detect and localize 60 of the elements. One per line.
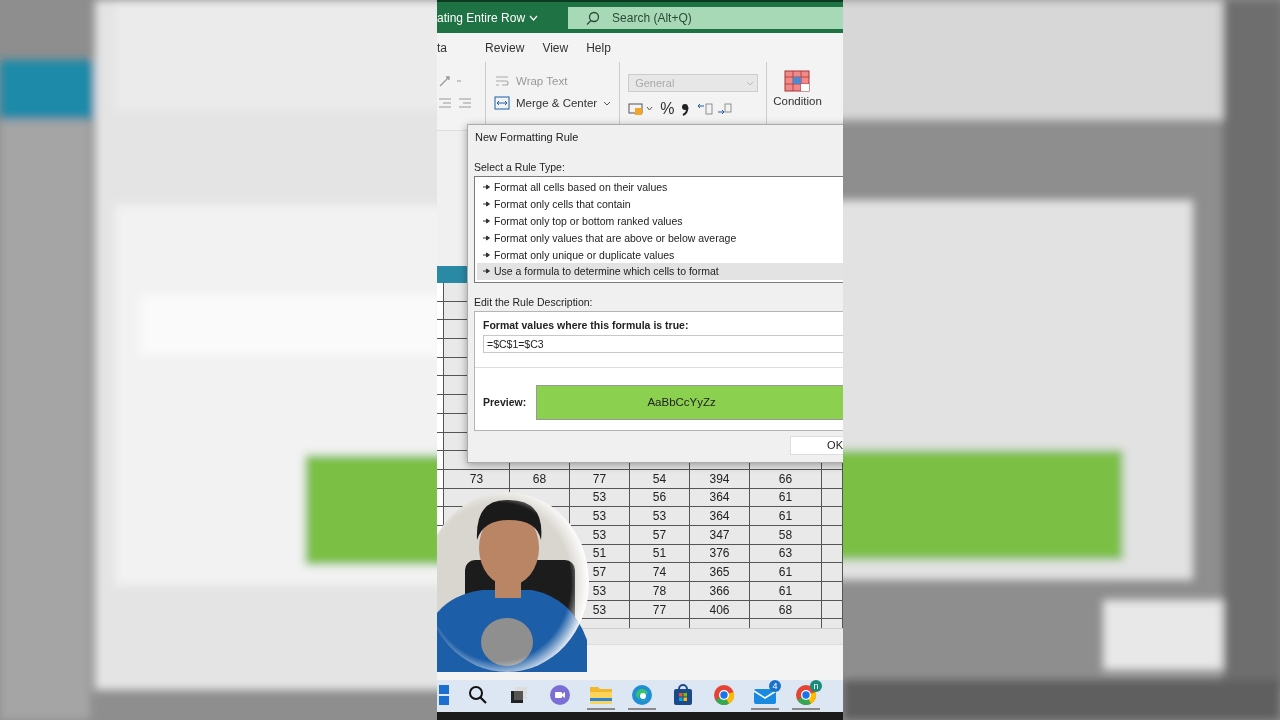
rule-type-item[interactable]: Format only values that are above or below average bbox=[477, 229, 843, 247]
formula-label: Format values where this formula is true: bbox=[483, 318, 690, 331]
table-cell bbox=[822, 582, 843, 601]
dialog-title: New Formatting Rule bbox=[475, 131, 579, 143]
wrap-text-icon bbox=[494, 74, 510, 88]
windows-icon[interactable] bbox=[439, 685, 449, 705]
search-icon[interactable] bbox=[468, 685, 488, 705]
table-cell: 61 bbox=[750, 582, 822, 601]
arrow-icon bbox=[483, 268, 490, 275]
table-cell bbox=[822, 507, 843, 526]
conditional-formatting-icon[interactable] bbox=[784, 70, 811, 92]
notification-badge: 4 bbox=[769, 680, 781, 692]
menu-tab[interactable]: View bbox=[542, 40, 587, 55]
table-cell: 78 bbox=[630, 582, 690, 601]
rule-type-item[interactable]: Format all cells based on their values bbox=[477, 179, 843, 196]
preview-label: Preview: bbox=[483, 396, 527, 409]
currency-icon[interactable] bbox=[628, 102, 655, 116]
rule-description-label: Edit the Rule Description: bbox=[474, 295, 593, 308]
task-view-icon[interactable] bbox=[510, 686, 528, 704]
taskbar-button[interactable]: 4 bbox=[751, 682, 779, 710]
arrow-icon bbox=[483, 218, 490, 224]
arrow-icon bbox=[483, 201, 490, 208]
rule-type-label: Select a Rule Type: bbox=[474, 161, 565, 173]
menu-tab[interactable]: Help bbox=[586, 40, 629, 55]
search-field[interactable]: Search (Alt+Q) bbox=[568, 6, 843, 29]
table-cell: 53 bbox=[630, 507, 690, 526]
format-preview: AaBbCcYyZz bbox=[536, 384, 843, 420]
rule-type-item[interactable]: Format only unique or duplicate values bbox=[477, 246, 843, 263]
workbook-title[interactable]: ating Entire Row bbox=[437, 10, 539, 25]
ok-button[interactable]: OK bbox=[790, 435, 843, 455]
table-cell: 61 bbox=[750, 507, 822, 526]
conditional-formatting-label[interactable]: Condition bbox=[773, 95, 822, 107]
table-cell bbox=[822, 563, 843, 582]
arrow-icon bbox=[483, 184, 490, 191]
comma-style-icon[interactable] bbox=[680, 101, 691, 117]
table-cell: 61 bbox=[750, 563, 822, 582]
table-cell: 53 bbox=[570, 507, 630, 526]
table-cell: 366 bbox=[690, 582, 750, 601]
menu-tab[interactable]: Review bbox=[485, 40, 543, 55]
folder-icon[interactable] bbox=[589, 685, 613, 705]
chevron-icon bbox=[529, 14, 539, 21]
arrow-icon bbox=[483, 251, 490, 258]
caret-icon bbox=[746, 80, 755, 86]
caret-icon bbox=[603, 100, 612, 106]
rule-type-item[interactable]: Use a formula to determine which cells to format bbox=[477, 263, 843, 280]
decimal-icon[interactable] bbox=[696, 102, 733, 116]
search-icon bbox=[586, 10, 601, 25]
rule-type-item[interactable]: Format only cells that contain bbox=[477, 195, 843, 213]
rule-type-item[interactable]: Format only top or bottom ranked values bbox=[477, 212, 843, 230]
percent-style-button[interactable]: % bbox=[660, 100, 675, 118]
notification-badge: n bbox=[810, 680, 822, 692]
merge-center-button[interactable]: Merge & Center bbox=[494, 96, 612, 110]
arrow-icon bbox=[483, 234, 490, 241]
merge-cells-icon bbox=[494, 96, 510, 110]
table-cell: 74 bbox=[630, 563, 690, 582]
table-cell: 364 bbox=[690, 507, 750, 526]
formula-field[interactable]: =$C$1=$C3 bbox=[483, 334, 843, 353]
menu-tab[interactable]: ta bbox=[437, 40, 465, 55]
taskbar-button[interactable]: n bbox=[792, 682, 820, 710]
table-cell: 365 bbox=[690, 563, 750, 582]
